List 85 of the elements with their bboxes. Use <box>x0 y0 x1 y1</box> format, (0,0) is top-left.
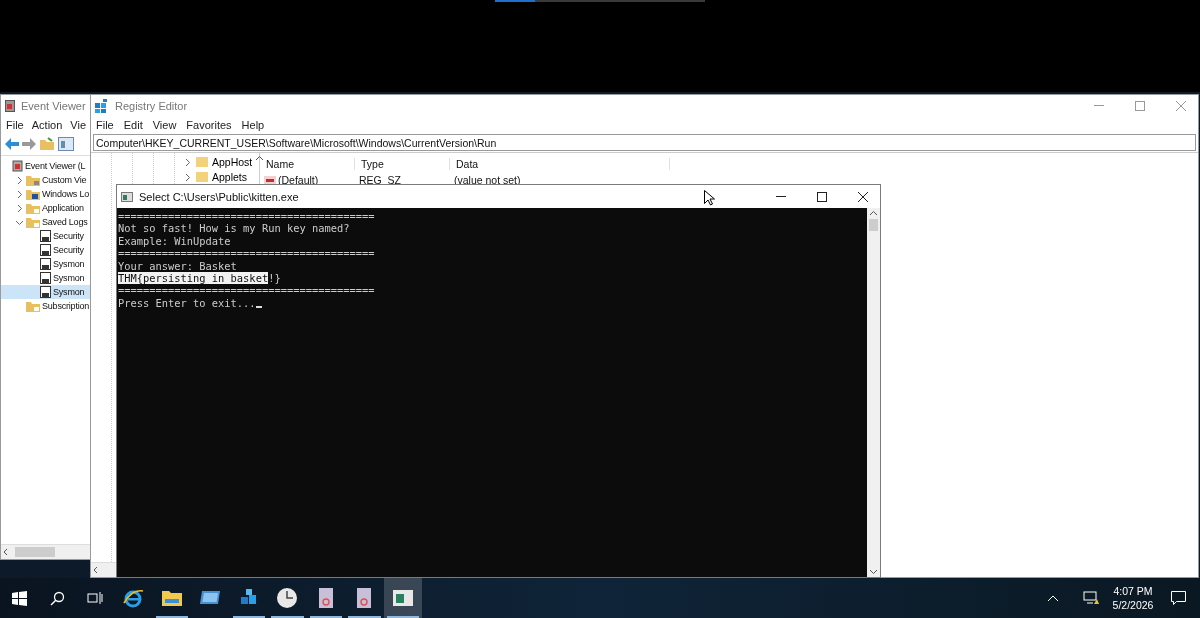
scroll-up-icon[interactable] <box>254 155 264 162</box>
menu-item[interactable]: Favorites <box>186 119 232 131</box>
column-header[interactable]: Type <box>355 158 450 170</box>
back-arrow-icon[interactable] <box>5 138 19 150</box>
notification-icon[interactable] <box>1170 591 1186 605</box>
forward-arrow-icon[interactable] <box>22 138 36 150</box>
console-text: !} <box>268 272 281 285</box>
collapsed-chevron-icon[interactable] <box>183 157 192 167</box>
tree-item[interactable]: Event Viewer (L <box>1 159 90 173</box>
menu-item[interactable]: View <box>152 119 177 131</box>
menu-item[interactable]: Action <box>31 119 63 131</box>
menu-item[interactable]: File <box>96 119 114 131</box>
start-icon[interactable] <box>11 590 27 606</box>
string-value-icon <box>264 175 276 185</box>
folder-icon <box>160 588 183 608</box>
table-cell: (Default) <box>260 174 355 186</box>
console-text: ========================================= <box>118 284 375 297</box>
menu-item[interactable]: File <box>6 119 24 131</box>
folder-icon <box>26 300 40 312</box>
clock-date[interactable]: 5/2/2026 <box>1112 598 1154 612</box>
folder-icon <box>26 188 40 200</box>
tree-item[interactable]: Applets <box>175 170 253 184</box>
scrollbar-thumb[interactable] <box>15 547 55 557</box>
tree-item[interactable]: Windows Lo <box>1 187 90 201</box>
window-title: Registry Editor <box>115 100 188 112</box>
clock-icon <box>276 587 299 609</box>
table-cell-text: (value not set) <box>453 174 522 186</box>
tree-item[interactable]: Saved Logs <box>1 215 90 229</box>
console-text: ========================================= <box>118 210 375 223</box>
document-icon <box>356 587 373 609</box>
panel-icon[interactable] <box>58 137 74 151</box>
console-text: Example: WinUpdate <box>118 234 231 248</box>
document-icon <box>317 587 334 609</box>
tree-item[interactable]: Sysmon <box>1 257 90 271</box>
collapsed-chevron-icon[interactable] <box>183 172 192 182</box>
table-cell-text: REG_SZ <box>358 174 402 186</box>
tree-item[interactable]: Security <box>1 229 90 243</box>
console-text: ========================================= <box>118 247 375 260</box>
console-text: Your answer: Basket <box>118 259 237 273</box>
tree-item[interactable]: Custom Vie <box>1 173 90 187</box>
registry-cubes-icon <box>95 99 109 113</box>
browser-icon <box>122 587 145 609</box>
mouse-pointer-icon <box>704 190 715 206</box>
monitor-icon <box>199 589 222 607</box>
tree-item[interactable]: Security <box>1 243 90 257</box>
collapsed-chevron-icon[interactable] <box>15 175 24 185</box>
scrollbar-thumb[interactable] <box>869 219 878 231</box>
network-icon[interactable] <box>1083 591 1099 605</box>
menu-item[interactable]: Edit <box>123 119 143 131</box>
folder-icon <box>196 156 208 168</box>
clock-time[interactable]: 4:07 PM <box>1113 584 1153 598</box>
chevron-up-icon[interactable] <box>1047 594 1059 602</box>
folder-icon <box>196 171 208 183</box>
menu-item[interactable]: Vie <box>70 119 86 131</box>
window-title: Select C:\Users\Public\kitten.exe <box>139 190 299 203</box>
folder-icon <box>26 216 40 228</box>
menu-item[interactable]: Help <box>241 119 265 131</box>
search-icon[interactable] <box>49 590 65 606</box>
tree-item[interactable]: Sysmon <box>1 271 90 285</box>
maximize-icon[interactable] <box>816 191 827 202</box>
console-text: Press Enter to exit... <box>118 296 256 310</box>
window-title: Event Viewer <box>21 100 86 112</box>
column-header[interactable]: Data <box>450 158 670 170</box>
address-bar[interactable]: Computer\HKEY_CURRENT_USER\Software\Microsoft\Windows\CurrentVersion\Run <box>93 134 1196 151</box>
tree-item[interactable]: Subscription <box>1 299 90 313</box>
console-text: Not so fast! How is my Run key named? <box>118 222 350 235</box>
window-icon <box>392 590 413 606</box>
selected-text: THM{persisting_in_basket <box>118 272 269 285</box>
task-view-icon[interactable] <box>87 591 103 605</box>
folder-icon <box>26 174 40 186</box>
column-header[interactable]: Name <box>260 158 355 170</box>
collapsed-chevron-icon[interactable] <box>15 203 24 213</box>
tree-item[interactable]: Sysmon <box>1 285 90 299</box>
event-log-icon <box>5 100 15 112</box>
console-icon <box>121 191 133 202</box>
minimize-icon[interactable] <box>775 195 786 198</box>
folder-icon <box>26 202 40 214</box>
tree-item[interactable]: Application <box>1 201 90 215</box>
close-icon[interactable] <box>857 191 868 202</box>
scroll-down-icon[interactable] <box>869 568 878 575</box>
event-log-icon <box>12 160 23 172</box>
collapsed-chevron-icon[interactable] <box>15 189 24 199</box>
scroll-up-icon[interactable] <box>869 210 878 217</box>
folder-icon[interactable] <box>39 137 55 151</box>
tree-item[interactable]: AppHost <box>175 155 253 169</box>
